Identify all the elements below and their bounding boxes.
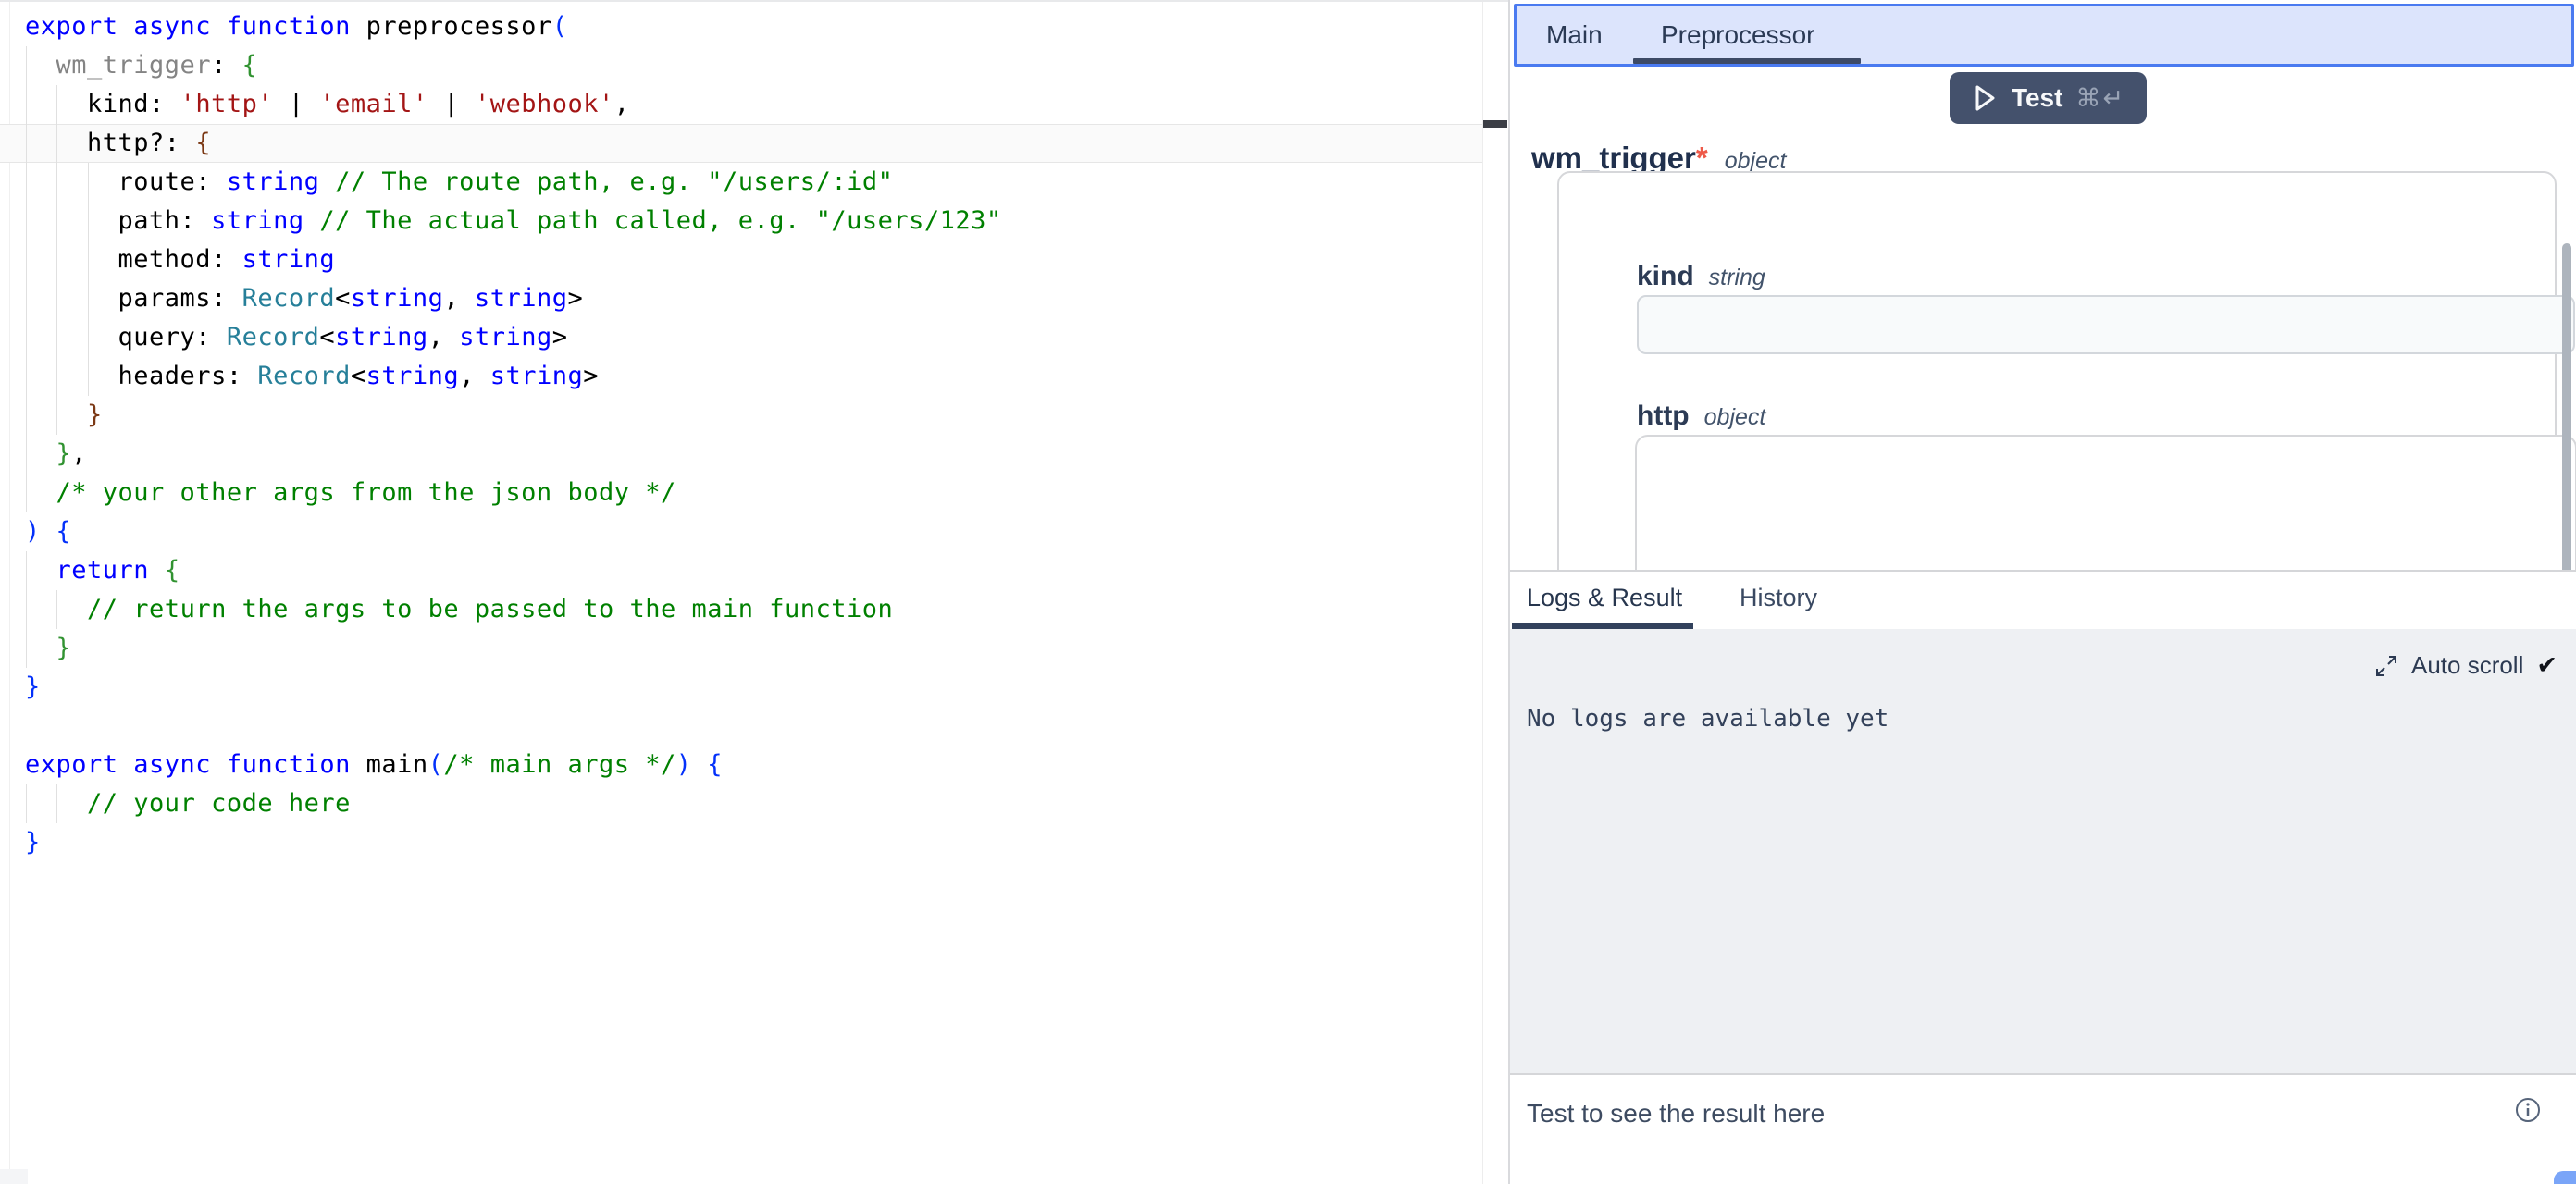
tab-preprocessor[interactable]: Preprocessor	[1661, 6, 1815, 64]
run-preview-panel: Main Preprocessor Test ⌘↵ wm_trigger* obj…	[1510, 0, 2576, 1184]
code-line: },	[0, 435, 1480, 474]
wm-trigger-card: kindstring httpobject routestring $	[1557, 171, 2557, 570]
code-text: export async function preprocessor( wm_t…	[0, 7, 1480, 862]
code-line	[0, 707, 1480, 746]
code-line: headers: Record<string, string>	[0, 357, 1480, 396]
required-asterisk: *	[1696, 141, 1708, 175]
code-line: method: string	[0, 240, 1480, 279]
kind-field-label: kind string	[1637, 261, 1765, 292]
logs-empty-message: No logs are available yet	[1527, 705, 1889, 733]
http-name: http	[1637, 401, 1690, 431]
windmill-script-editor: export async function preprocessor( wm_t…	[0, 0, 2576, 1184]
kind-input[interactable]	[1637, 295, 2575, 354]
http-field-label: http object	[1637, 401, 1765, 432]
code-line: params: Record<string, string>	[0, 279, 1480, 318]
code-line: export async function preprocessor(	[0, 7, 1480, 46]
info-icon[interactable]	[2515, 1097, 2541, 1128]
code-line: wm_trigger: {	[0, 46, 1480, 85]
http-card: routestring $ pathstring	[1635, 435, 2576, 570]
code-line: }	[0, 668, 1480, 707]
kind-type: string	[1709, 265, 1765, 290]
result-section: Test to see the result here	[1510, 1073, 2576, 1184]
root-arg-type: object	[1725, 148, 1787, 174]
result-hint: Test to see the result here	[1527, 1099, 1825, 1128]
test-button[interactable]: Test ⌘↵	[1950, 72, 2147, 124]
code-line: }	[0, 823, 1480, 862]
code-line: path: string // The actual path called, …	[0, 202, 1480, 240]
auto-scroll-label: Auto scroll	[2411, 651, 2523, 680]
cursor-position-marker	[1483, 120, 1507, 128]
code-line: // your code here	[0, 784, 1480, 823]
checkmark-icon: ✔	[2536, 651, 2557, 680]
code-line: kind: 'http' | 'email' | 'webhook',	[0, 85, 1480, 124]
code-line: // return the args to be passed to the m…	[0, 590, 1480, 629]
http-type: object	[1704, 404, 1766, 430]
root-arg-name: wm_trigger	[1531, 141, 1696, 175]
code-line: ) {	[0, 512, 1480, 551]
logs-tabbar: Logs & Result History	[1510, 572, 2576, 627]
play-icon	[1971, 82, 1999, 114]
floating-assistant-corner[interactable]	[2554, 1171, 2576, 1184]
code-line: query: Record<string, string>	[0, 318, 1480, 357]
tab-logs-result[interactable]: Logs & Result	[1527, 572, 1682, 623]
logs-section: Logs & Result History Auto scroll ✔ No l…	[1510, 570, 2576, 1184]
test-button-label: Test	[2012, 83, 2063, 113]
code-line: }	[0, 629, 1480, 668]
code-line: /* your other args from the json body */	[0, 474, 1480, 512]
code-editor[interactable]: export async function preprocessor( wm_t…	[0, 0, 1508, 1184]
code-line: return {	[0, 551, 1480, 590]
active-tab-underline	[1633, 58, 1861, 64]
kind-name: kind	[1637, 261, 1694, 291]
code-line: }	[0, 396, 1480, 435]
editor-corner	[0, 1169, 28, 1184]
logs-output-area: Auto scroll ✔ No logs are available yet	[1510, 629, 2576, 1073]
tab-main[interactable]: Main	[1546, 6, 1603, 64]
overview-ruler-line	[1482, 2, 1483, 1184]
test-shortcut: ⌘↵	[2075, 84, 2125, 113]
expand-icon[interactable]	[2374, 654, 2398, 678]
tab-history[interactable]: History	[1740, 572, 1817, 623]
auto-scroll-toggle[interactable]: Auto scroll ✔	[2374, 651, 2557, 680]
code-line: export async function main(/* main args …	[0, 746, 1480, 784]
function-tabbar: Main Preprocessor	[1514, 4, 2574, 67]
schema-form: wm_trigger*object kindstring httpobject …	[1510, 124, 2576, 570]
code-line: route: string // The route path, e.g. "/…	[0, 163, 1480, 202]
code-line: http?: {	[0, 124, 1480, 163]
